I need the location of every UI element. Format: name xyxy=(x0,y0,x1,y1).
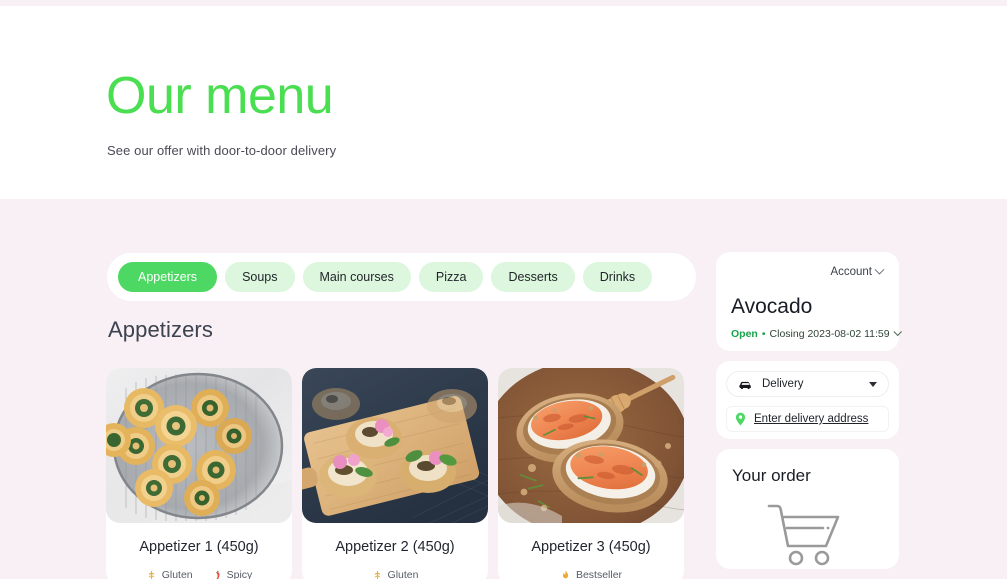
product-badges: Gluten xyxy=(302,557,488,579)
status-separator: • xyxy=(761,328,766,340)
badge-bestseller: Bestseller xyxy=(560,569,622,579)
menu-page: Our menu See our offer with door-to-door… xyxy=(0,0,1007,579)
product-image-appetizer-1 xyxy=(106,368,292,523)
delivery-address-row[interactable]: Enter delivery address xyxy=(726,406,889,432)
badge-label: Gluten xyxy=(387,569,419,579)
product-card[interactable]: Appetizer 3 (450g) Bestseller xyxy=(498,368,684,579)
tab-pizza[interactable]: Pizza xyxy=(418,262,484,292)
product-image-appetizer-2 xyxy=(302,368,488,523)
product-title: Appetizer 1 (450g) xyxy=(139,539,259,555)
shopping-cart-icon xyxy=(767,504,839,566)
tab-drinks[interactable]: Drinks xyxy=(582,262,653,292)
location-pin-icon xyxy=(735,412,746,426)
page-subtitle: See our offer with door-to-door delivery xyxy=(107,143,337,158)
status-closing-label: Closing 2023-08-02 11:59 xyxy=(769,328,890,340)
tab-desserts[interactable]: Desserts xyxy=(491,262,575,292)
badge-label: Gluten xyxy=(161,569,193,579)
account-menu[interactable]: Account xyxy=(830,264,885,278)
empty-cart xyxy=(716,501,899,567)
wheat-icon xyxy=(148,570,154,579)
order-title: Your order xyxy=(732,466,811,485)
product-grid: Appetizer 1 (450g) Gluten Spicy Appetize… xyxy=(106,368,684,579)
badge-label: Bestseller xyxy=(575,569,623,579)
delivery-panel: Delivery Enter delivery address xyxy=(716,361,899,439)
product-image-appetizer-3 xyxy=(498,368,684,523)
badge-gluten: Gluten xyxy=(146,569,193,579)
product-badges: Bestseller xyxy=(498,557,684,579)
product-title: Appetizer 3 (450g) xyxy=(531,539,651,555)
product-card[interactable]: Appetizer 1 (450g) Gluten Spicy xyxy=(106,368,292,579)
right-rail: Account Avocado Open • Closing 2023-08-0… xyxy=(716,252,902,569)
status-badge[interactable]: Open • Closing 2023-08-02 11:59 xyxy=(731,327,902,340)
restaurant-panel: Account Avocado Open • Closing 2023-08-0… xyxy=(716,252,902,351)
product-card[interactable]: Appetizer 2 (450g) Gluten xyxy=(302,368,488,579)
badge-gluten: Gluten xyxy=(372,569,419,579)
wheat-icon xyxy=(374,570,380,579)
flame-icon xyxy=(562,570,569,578)
badge-label: Spicy xyxy=(226,569,253,579)
chevron-down-icon xyxy=(869,381,877,387)
account-label: Account xyxy=(830,266,872,278)
chevron-down-icon xyxy=(874,264,885,275)
tab-main-courses[interactable]: Main courses xyxy=(302,262,411,292)
page-title: Our menu xyxy=(106,67,334,125)
chili-icon xyxy=(215,570,220,579)
badge-spicy: Spicy xyxy=(211,569,253,579)
section-heading: Appetizers xyxy=(108,317,213,342)
product-badges: Gluten Spicy xyxy=(106,557,292,579)
content-area: Appetizers Soups Main courses Pizza Dess… xyxy=(0,199,1007,579)
category-tabs: Appetizers Soups Main courses Pizza Dess… xyxy=(107,253,696,301)
chevron-down-icon xyxy=(893,327,902,337)
hero-section: Our menu See our offer with door-to-door… xyxy=(0,6,1007,199)
tab-appetizers[interactable]: Appetizers xyxy=(118,262,218,292)
status-open-label: Open xyxy=(731,328,758,340)
tab-soups[interactable]: Soups xyxy=(225,262,295,292)
car-icon xyxy=(739,381,751,389)
order-panel: Your order xyxy=(716,449,899,569)
delivery-method-label: Delivery xyxy=(762,378,804,390)
delivery-address-input[interactable]: Enter delivery address xyxy=(754,413,868,425)
delivery-method-select[interactable]: Delivery xyxy=(726,371,889,397)
restaurant-name: Avocado xyxy=(731,295,813,318)
product-title: Appetizer 2 (450g) xyxy=(335,539,455,555)
